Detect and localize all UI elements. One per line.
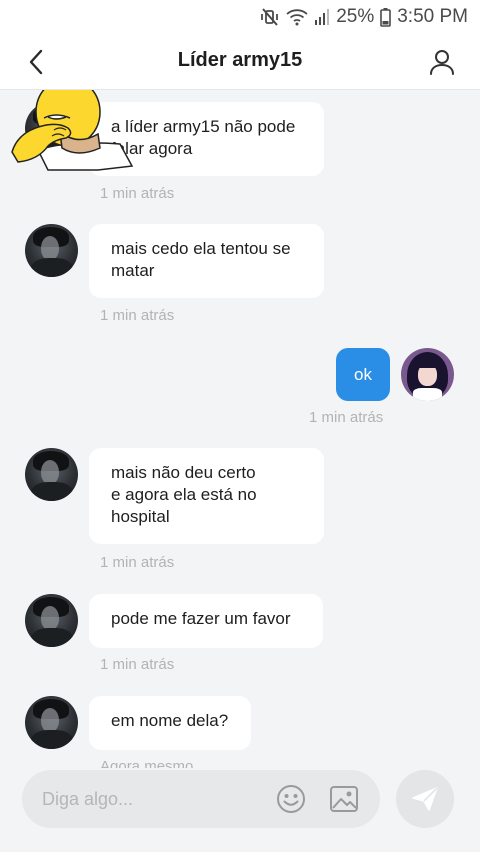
wifi-icon [286,8,308,26]
message-input-placeholder: Diga algo... [42,789,134,809]
smiley-icon[interactable] [276,784,306,814]
message-timestamp: 1 min atrás [309,409,384,426]
my-avatar[interactable] [401,348,454,401]
message-bubble[interactable]: mais cedo ela tentou se matar [89,224,324,298]
message-bubble[interactable]: mais não deu certo e agora ela está no h… [89,448,324,544]
outgoing-message-bubble[interactable]: ok [336,348,390,401]
message-list[interactable]: a líder army15 não pode falar agora 1 mi… [0,90,480,768]
message-timestamp: Agora mesmo [100,758,194,768]
homer-facepalm-sticker [11,90,134,171]
sender-avatar[interactable] [25,448,78,501]
profile-button[interactable] [426,46,458,78]
status-time: 3:50 PM [397,6,468,27]
message-timestamp: 1 min atrás [100,185,175,202]
battery-icon [380,7,392,27]
mute-vibrate-icon [260,8,280,26]
message-timestamp: 1 min atrás [100,656,175,673]
message-bubble[interactable]: em nome dela? [89,696,251,750]
user-icon [430,50,454,75]
status-bar: 25% 3:50 PM [0,0,480,34]
message-bubble[interactable]: pode me fazer um favor [89,594,323,648]
chat-header: Líder army15 [0,34,480,90]
sender-avatar[interactable] [25,224,78,277]
sender-avatar[interactable] [25,594,78,647]
signal-icon [314,8,330,26]
message-input[interactable]: Diga algo... [22,770,380,828]
composer-bar: Diga algo... [0,768,480,852]
chat-title: Líder army15 [177,49,303,71]
message-timestamp: 1 min atrás [100,554,175,571]
image-icon[interactable] [329,784,359,814]
paper-plane-icon [412,787,438,811]
message-timestamp: 1 min atrás [100,307,175,324]
sender-avatar[interactable] [25,696,78,749]
battery-percent: 25% [336,6,375,27]
chat-screen: 25% 3:50 PM Líder army15 a líder army15 … [0,0,480,852]
send-button[interactable] [396,770,454,828]
